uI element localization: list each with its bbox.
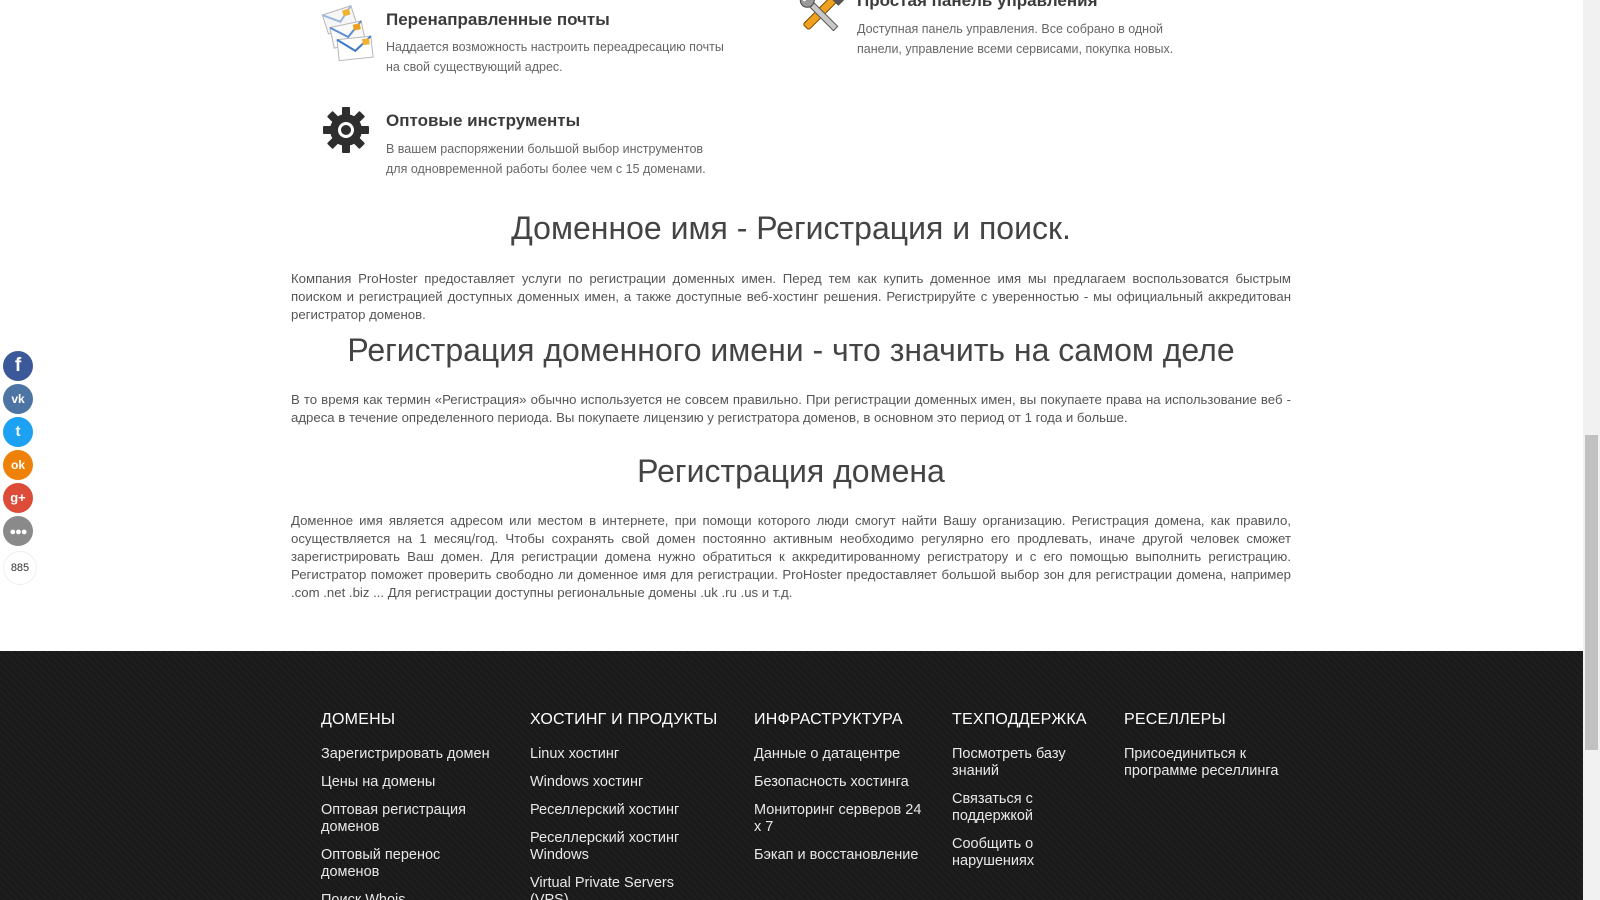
footer-link-domain-prices[interactable]: Цены на домены [321,774,506,791]
section-heading-registration-meaning: Регистрация доменного имени - что значит… [347,332,1235,368]
footer-link-join-reseller[interactable]: Присоединиться к программе реселлинга [1124,746,1299,780]
footer-heading: ХОСТИНГ И ПРОДУКТЫ [530,711,718,728]
footer-link-reseller-hosting[interactable]: Реселлерский хостинг [530,802,720,819]
section-text-domain-registration: Доменное имя является адресом или местом… [291,513,1291,600]
footer-col-support: ТЕХПОДДЕРЖКА Посмотреть базу знаний Связ… [952,711,1092,881]
footer-col-infrastructure: ИНФРАСТРУКТУРА Данные о датацентре Безоп… [754,711,934,875]
facebook-icon: f [14,355,22,376]
section-text-registration-meaning: В то время как термин «Регистрация» обыч… [291,392,1291,425]
page: Перенаправленные почты Наддается возможн… [0,0,1583,900]
footer-link-bulk-registration[interactable]: Оптовая регистрация доменов [321,802,481,836]
feature-title: Простая панель управления [857,0,1098,10]
section-heading-domain-registration: Регистрация домена [637,453,945,489]
footer-col-hosting: ХОСТИНГ И ПРОДУКТЫ Linux хостинг Windows… [530,711,720,900]
vk-icon: vk [11,392,25,406]
envelopes-icon [321,4,374,62]
footer-link-datacenter[interactable]: Данные о датацентре [754,746,934,763]
more-dots-icon: ●●● [9,526,28,538]
feature-title: Оптовые инструменты [386,111,581,130]
odnoklassniki-share-button[interactable]: ok [3,450,33,480]
tools-icon [793,0,845,39]
more-share-button[interactable]: ●●● [3,516,33,546]
odnoklassniki-icon: ok [10,458,25,472]
footer-heading: ДОМЕНЫ [321,711,396,728]
section-heading-domain-search: Доменное имя - Регистрация и поиск. [511,210,1071,246]
twitter-icon: t [15,423,21,440]
feature-desc-line1: Наддается возможность настроить переадре… [386,40,724,54]
footer-col-resellers: РЕСЕЛЛЕРЫ Присоединиться к программе рес… [1124,711,1314,791]
page-scrollbar[interactable] [1583,0,1600,900]
gear-icon [322,106,374,158]
share-count: 885 [3,551,37,585]
feature-control-panel: Простая панель управления Доступная пане… [793,0,1213,67]
footer-link-vps[interactable]: Virtual Private Servers (VPS) [530,875,690,900]
footer-link-monitoring[interactable]: Мониторинг серверов 24 x 7 [754,802,932,836]
footer-col-domains: ДОМЕНЫ Зарегистрировать домен Цены на до… [321,711,506,900]
social-share-bar: f vk t ok g+ ●●● 885 [3,351,37,585]
footer: ДОМЕНЫ Зарегистрировать домен Цены на до… [0,651,1583,900]
footer-link-reseller-windows[interactable]: Реселлерский хостинг Windows [530,830,700,864]
feature-desc-line2: панели, управление всеми сервисами, поку… [857,42,1174,56]
vkontakte-share-button[interactable]: vk [3,384,33,414]
footer-link-windows-hosting[interactable]: Windows хостинг [530,774,720,791]
google-plus-share-button[interactable]: g+ [3,483,33,513]
feature-bulk-tools: Оптовые инструменты В вашем распоряжении… [322,106,742,186]
footer-heading: РЕСЕЛЛЕРЫ [1124,711,1226,728]
footer-link-linux-hosting[interactable]: Linux хостинг [530,746,720,763]
footer-link-register-domain[interactable]: Зарегистрировать домен [321,746,506,763]
footer-link-backup[interactable]: Бэкап и восстановление [754,847,934,864]
footer-link-contact-support[interactable]: Связаться с поддержкой [952,791,1052,825]
feature-desc-line1: Доступная панель управления. Все собрано… [857,22,1164,36]
google-plus-icon: g+ [10,490,26,505]
facebook-share-button[interactable]: f [3,351,33,381]
footer-link-bulk-transfer[interactable]: Оптовый перенос доменов [321,847,461,881]
footer-heading: ТЕХПОДДЕРЖКА [952,711,1087,728]
feature-title: Перенаправленные почты [386,10,610,29]
twitter-share-button[interactable]: t [3,417,33,447]
section-text-domain-search: Компания ProHoster предоставляет услуги … [291,271,1291,322]
feature-desc-line1: В вашем распоряжении большой выбор инстр… [386,142,704,156]
footer-link-security[interactable]: Безопасность хостинга [754,774,934,791]
footer-link-knowledge-base[interactable]: Посмотреть базу знаний [952,746,1077,780]
feature-mail-forwarding: Перенаправленные почты Наддается возможн… [321,4,742,84]
footer-link-whois[interactable]: Поиск Whois [321,892,506,900]
footer-link-report-abuse[interactable]: Сообщить о нарушениях [952,836,1052,870]
scrollbar-thumb[interactable] [1585,435,1598,750]
feature-desc-line2: для одновременной работы более чем с 15 … [386,162,706,176]
footer-heading: ИНФРАСТРУКТУРА [754,711,903,728]
feature-desc-line2: на свой существующий адрес. [386,60,563,74]
